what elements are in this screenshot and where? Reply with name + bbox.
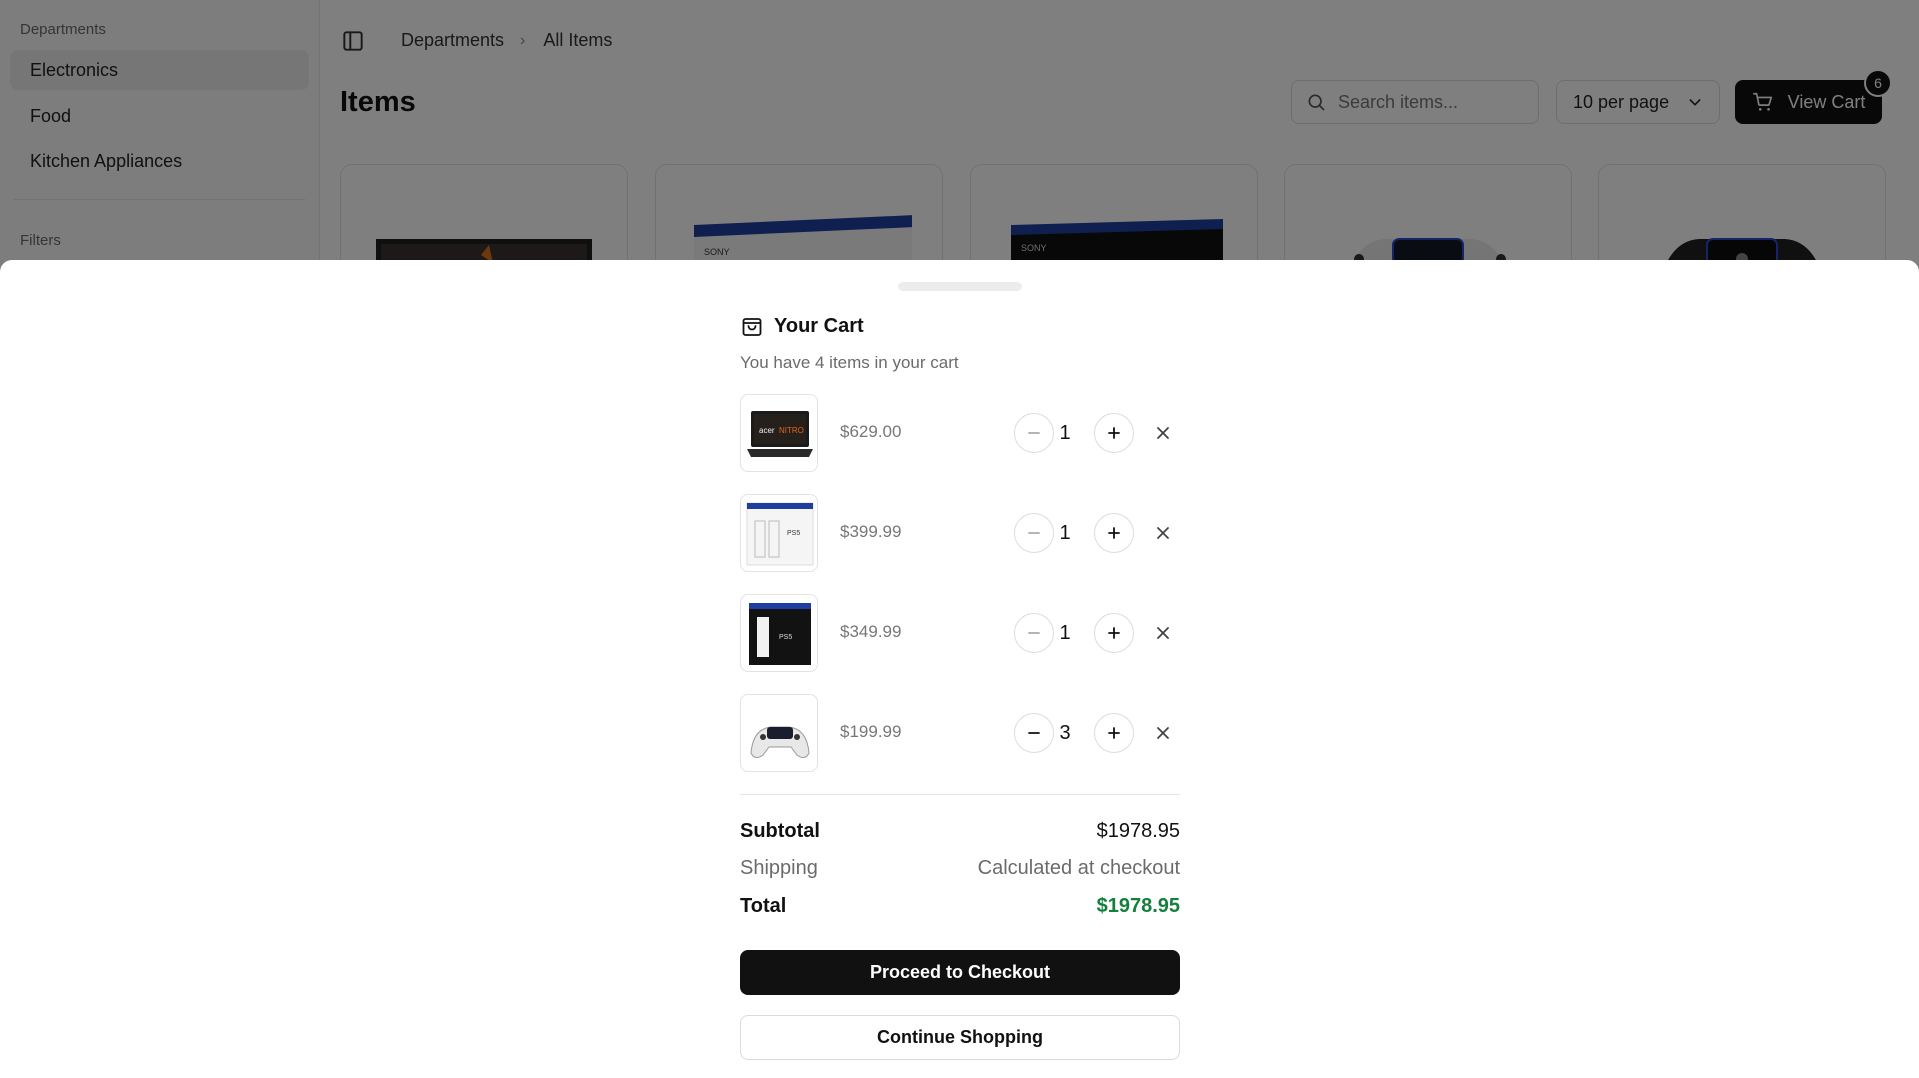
- cart-item-quantity: 3: [1059, 722, 1071, 744]
- remove-item-button[interactable]: [1151, 421, 1175, 445]
- continue-shopping-button[interactable]: Continue Shopping: [740, 1015, 1180, 1060]
- cart-item: acer NITRO $629.00 1: [740, 394, 1180, 474]
- close-icon: [1157, 627, 1169, 639]
- svg-text:PS5: PS5: [779, 634, 792, 641]
- shipping-row: Shipping Calculated at checkout: [740, 857, 1180, 880]
- console-black-box-image: PS5: [749, 603, 811, 665]
- shopping-bag-icon: [742, 318, 762, 336]
- minus-icon: [1028, 432, 1040, 434]
- cart-item-price: $349.99: [840, 622, 902, 641]
- svg-text:NITRO: NITRO: [779, 426, 804, 435]
- close-icon: [1157, 527, 1169, 539]
- minus-icon: [1028, 532, 1040, 534]
- cart-item: PS5 $349.99 1: [740, 594, 1180, 674]
- total-row: Total $1978.95: [740, 895, 1180, 918]
- total-value: $1978.95: [1096, 895, 1180, 917]
- remove-item-button[interactable]: [1151, 721, 1175, 745]
- decrease-quantity-button[interactable]: [1014, 513, 1054, 553]
- remove-item-button[interactable]: [1151, 521, 1175, 545]
- cart-item-image: [740, 694, 818, 772]
- plus-icon: [1108, 427, 1120, 439]
- laptop-image: acer NITRO: [747, 411, 813, 457]
- shipping-label: Shipping: [740, 857, 818, 879]
- cart-item-price: $199.99: [840, 722, 902, 741]
- close-icon: [1157, 727, 1169, 739]
- increase-quantity-button[interactable]: [1094, 613, 1134, 653]
- shipping-value: Calculated at checkout: [977, 857, 1180, 879]
- cart-item-price: $629.00: [840, 422, 902, 441]
- svg-text:PS5: PS5: [787, 530, 800, 537]
- decrease-quantity-button[interactable]: [1014, 613, 1054, 653]
- increase-quantity-button[interactable]: [1094, 413, 1134, 453]
- summary-divider: [740, 794, 1180, 795]
- cart-title: Your Cart: [774, 314, 864, 337]
- console-white-box-image: PS5: [746, 502, 814, 566]
- increase-quantity-button[interactable]: [1094, 513, 1134, 553]
- cart-drawer: Your Cart You have 4 items in your cart …: [0, 260, 1919, 1078]
- cart-item-quantity: 1: [1059, 622, 1071, 644]
- close-icon: [1157, 427, 1169, 439]
- increase-quantity-button[interactable]: [1094, 713, 1134, 753]
- minus-icon: [1028, 732, 1040, 734]
- cart-subtitle: You have 4 items in your cart: [740, 353, 959, 372]
- cart-item-image: PS5: [740, 594, 818, 672]
- plus-icon: [1108, 527, 1120, 539]
- total-label: Total: [740, 895, 787, 917]
- plus-icon: [1108, 727, 1120, 739]
- svg-text:acer: acer: [759, 426, 775, 435]
- cart-item-quantity: 1: [1059, 422, 1071, 444]
- cart-item: $199.99 3: [740, 694, 1180, 774]
- plus-icon: [1108, 627, 1120, 639]
- decrease-quantity-button[interactable]: [1014, 713, 1054, 753]
- subtotal-value: $1978.95: [1096, 820, 1180, 842]
- cart-item-quantity: 1: [1059, 522, 1071, 544]
- cart-header: Your Cart: [740, 314, 864, 338]
- remove-item-button[interactable]: [1151, 621, 1175, 645]
- decrease-quantity-button[interactable]: [1014, 413, 1054, 453]
- cart-item-image: acer NITRO: [740, 394, 818, 472]
- proceed-to-checkout-button[interactable]: Proceed to Checkout: [740, 950, 1180, 995]
- cart-item-image: PS5: [740, 494, 818, 572]
- controller-image: [750, 726, 810, 759]
- minus-icon: [1028, 632, 1040, 634]
- subtotal-row: Subtotal $1978.95: [740, 820, 1180, 843]
- drawer-handle[interactable]: [898, 282, 1022, 291]
- cart-item-price: $399.99: [840, 522, 902, 541]
- subtotal-label: Subtotal: [740, 820, 820, 842]
- cart-item: PS5 $399.99 1: [740, 494, 1180, 574]
